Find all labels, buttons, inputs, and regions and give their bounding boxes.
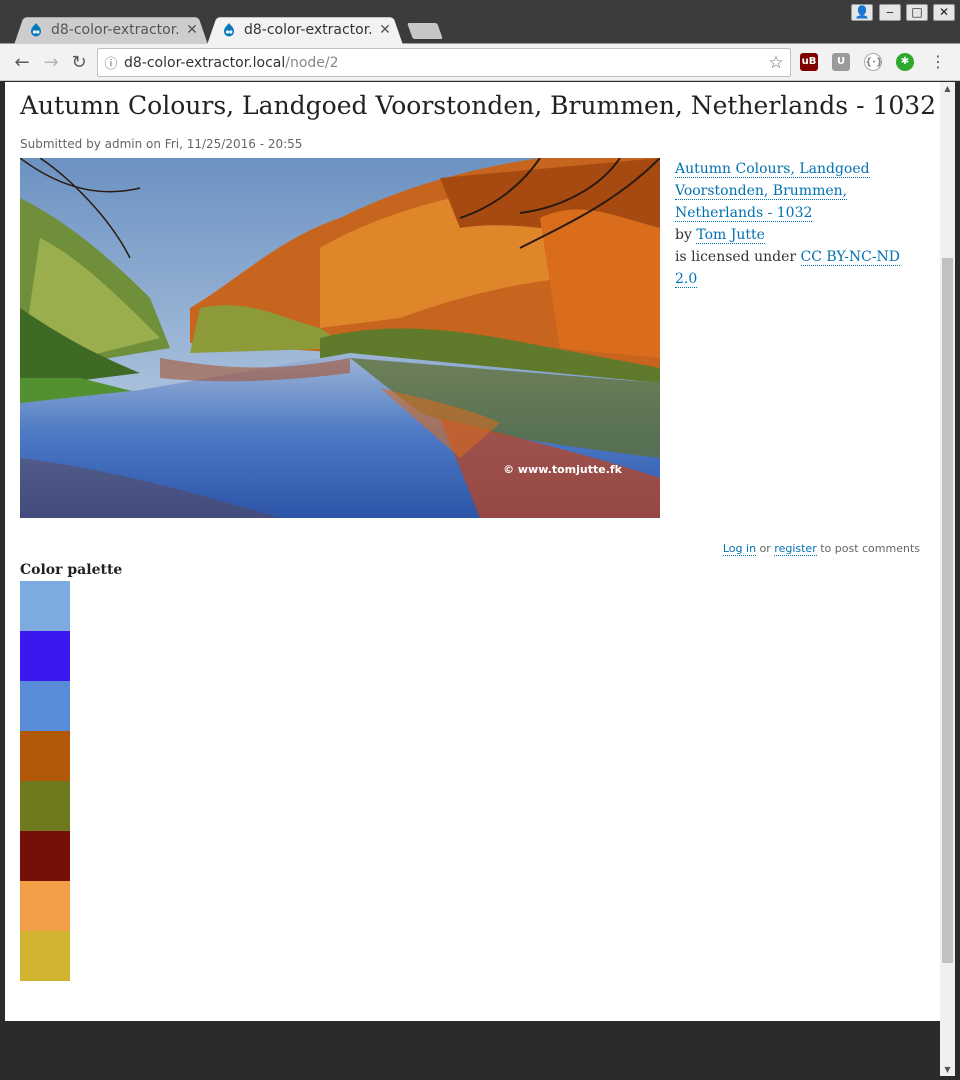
tab-close-icon[interactable]: ✕ — [378, 22, 392, 38]
color-swatch-2 — [20, 631, 70, 681]
address-bar[interactable]: ⓘ d8-color-extractor.local/node/2 ☆ — [97, 48, 791, 77]
back-arrow-icon[interactable]: ← — [10, 51, 34, 75]
node-image: © www.tomjutte.fk — [20, 158, 660, 518]
image-attribution: Autumn Colours, Landgoed Voorstonden, Br… — [675, 158, 925, 290]
post-comments-text: to post comments — [816, 542, 920, 555]
color-swatch-4 — [20, 731, 70, 781]
browser-toolbar: ← → ↻ ⓘ d8-color-extractor.local/node/2 … — [0, 44, 960, 81]
color-swatch-8 — [20, 931, 70, 981]
scrollbar-thumb[interactable] — [942, 258, 953, 963]
scrollbar[interactable]: ▲ ▼ — [940, 82, 955, 1076]
palette-label: Color palette — [20, 562, 123, 578]
ublock-icon[interactable]: uB — [800, 53, 818, 71]
licensed-label: is licensed under — [675, 249, 801, 265]
scroll-up-icon[interactable]: ▲ — [940, 84, 955, 93]
new-tab-button[interactable] — [407, 23, 443, 39]
image-watermark: © www.tomjutte.fk — [503, 463, 622, 476]
tab-inactive[interactable]: d8-color-extractor.local ✕ — [14, 14, 208, 45]
or-text: or — [756, 542, 775, 555]
url-host: d8-color-extractor.local — [124, 54, 286, 71]
reload-icon[interactable]: ↻ — [67, 51, 91, 75]
profile-icon[interactable]: 👤 — [851, 4, 873, 21]
login-link[interactable]: Log in — [722, 542, 757, 556]
page-footer — [5, 1021, 940, 1076]
forward-arrow-icon[interactable]: → — [39, 51, 63, 75]
color-swatch-7 — [20, 881, 70, 931]
comment-links: Log in or register to post comments — [722, 542, 920, 556]
drupal-favicon-icon — [224, 22, 234, 36]
submitted-info: Submitted by admin on Fri, 11/25/2016 - … — [20, 137, 303, 151]
work-link[interactable]: Autumn Colours, Landgoed Voorstonden, Br… — [675, 161, 870, 222]
ublacklist-icon[interactable]: U — [832, 53, 850, 71]
color-swatch-3 — [20, 681, 70, 731]
register-link[interactable]: register — [774, 542, 817, 556]
close-window-icon[interactable]: ✕ — [933, 4, 955, 21]
tab-title: d8-color-extractor.local — [244, 21, 372, 38]
scroll-down-icon[interactable]: ▼ — [940, 1065, 955, 1074]
bookmark-star-icon[interactable]: ☆ — [762, 53, 790, 73]
page-viewport: Autumn Colours, Landgoed Voorstonden, Br… — [5, 82, 940, 1021]
tab-title: d8-color-extractor.local — [51, 21, 179, 38]
by-label: by — [675, 227, 697, 243]
author-link[interactable]: Tom Jutte — [696, 227, 765, 244]
minimize-icon[interactable]: ‒ — [879, 4, 901, 21]
color-swatch-6 — [20, 831, 70, 881]
maximize-icon[interactable]: □ — [906, 4, 928, 21]
tab-active[interactable]: d8-color-extractor.local ✕ — [207, 14, 403, 45]
browser-titlebar: d8-color-extractor.local ✕ d8-color-extr… — [0, 0, 960, 45]
url-text[interactable]: d8-color-extractor.local/node/2 — [124, 55, 762, 71]
puzzle-green-icon[interactable]: ✱ — [896, 53, 914, 71]
color-swatch-5 — [20, 781, 70, 831]
color-palette — [20, 581, 70, 981]
page-title: Autumn Colours, Landgoed Voorstonden, Br… — [20, 91, 937, 120]
drupal-favicon-icon — [31, 22, 41, 36]
dev-tools-icon[interactable]: {·} — [864, 53, 883, 71]
url-path: /node/2 — [285, 54, 339, 71]
info-icon[interactable]: ⓘ — [98, 53, 124, 72]
menu-dots-icon[interactable]: ⋮ — [930, 52, 946, 71]
color-swatch-1 — [20, 581, 70, 631]
tab-close-icon[interactable]: ✕ — [185, 22, 199, 38]
